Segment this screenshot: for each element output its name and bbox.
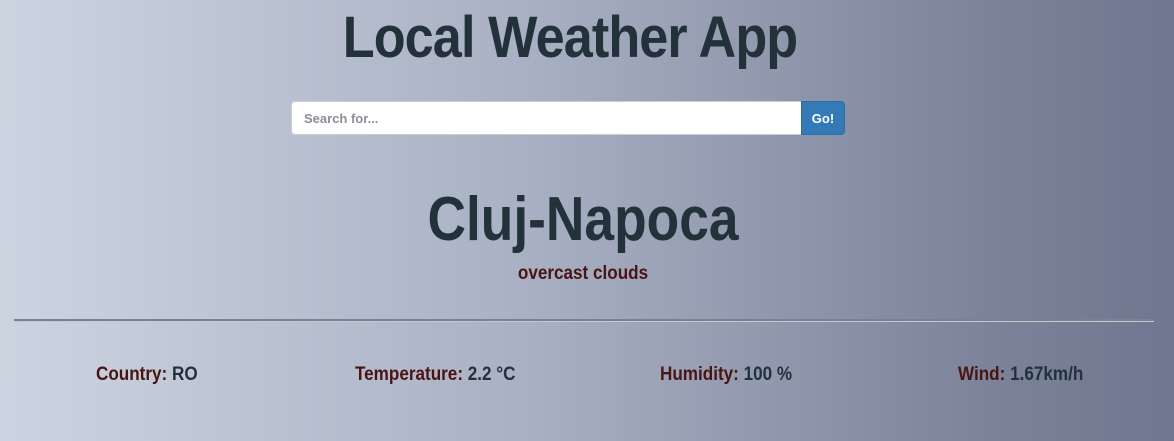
country-value: RO bbox=[171, 364, 198, 385]
weather-stats: Country: RO Temperature: 2.2 °C Humidity… bbox=[0, 362, 1174, 390]
search-input[interactable] bbox=[291, 101, 801, 135]
humidity-label: Humidity: bbox=[660, 364, 739, 385]
weather-conditions: overcast clouds bbox=[517, 263, 649, 284]
temperature-value: 2.2 °C bbox=[467, 364, 516, 385]
humidity-value: 100 % bbox=[743, 364, 793, 385]
city-name: Cluj-Napoca bbox=[427, 185, 739, 254]
divider bbox=[14, 319, 1154, 322]
stat-country: Country: RO bbox=[96, 362, 198, 388]
stat-humidity: Humidity: 100 % bbox=[660, 362, 792, 388]
search-go-button[interactable]: Go! bbox=[801, 101, 845, 135]
wind-value: 1.67km/h bbox=[1010, 364, 1084, 385]
wind-label: Wind: bbox=[958, 364, 1006, 385]
stat-wind: Wind: 1.67km/h bbox=[958, 362, 1083, 388]
search-bar: Go! bbox=[291, 101, 845, 135]
temperature-label: Temperature: bbox=[355, 364, 464, 385]
stat-temperature: Temperature: 2.2 °C bbox=[355, 362, 515, 388]
app-title: Local Weather App bbox=[342, 5, 798, 70]
country-label: Country: bbox=[96, 364, 168, 385]
